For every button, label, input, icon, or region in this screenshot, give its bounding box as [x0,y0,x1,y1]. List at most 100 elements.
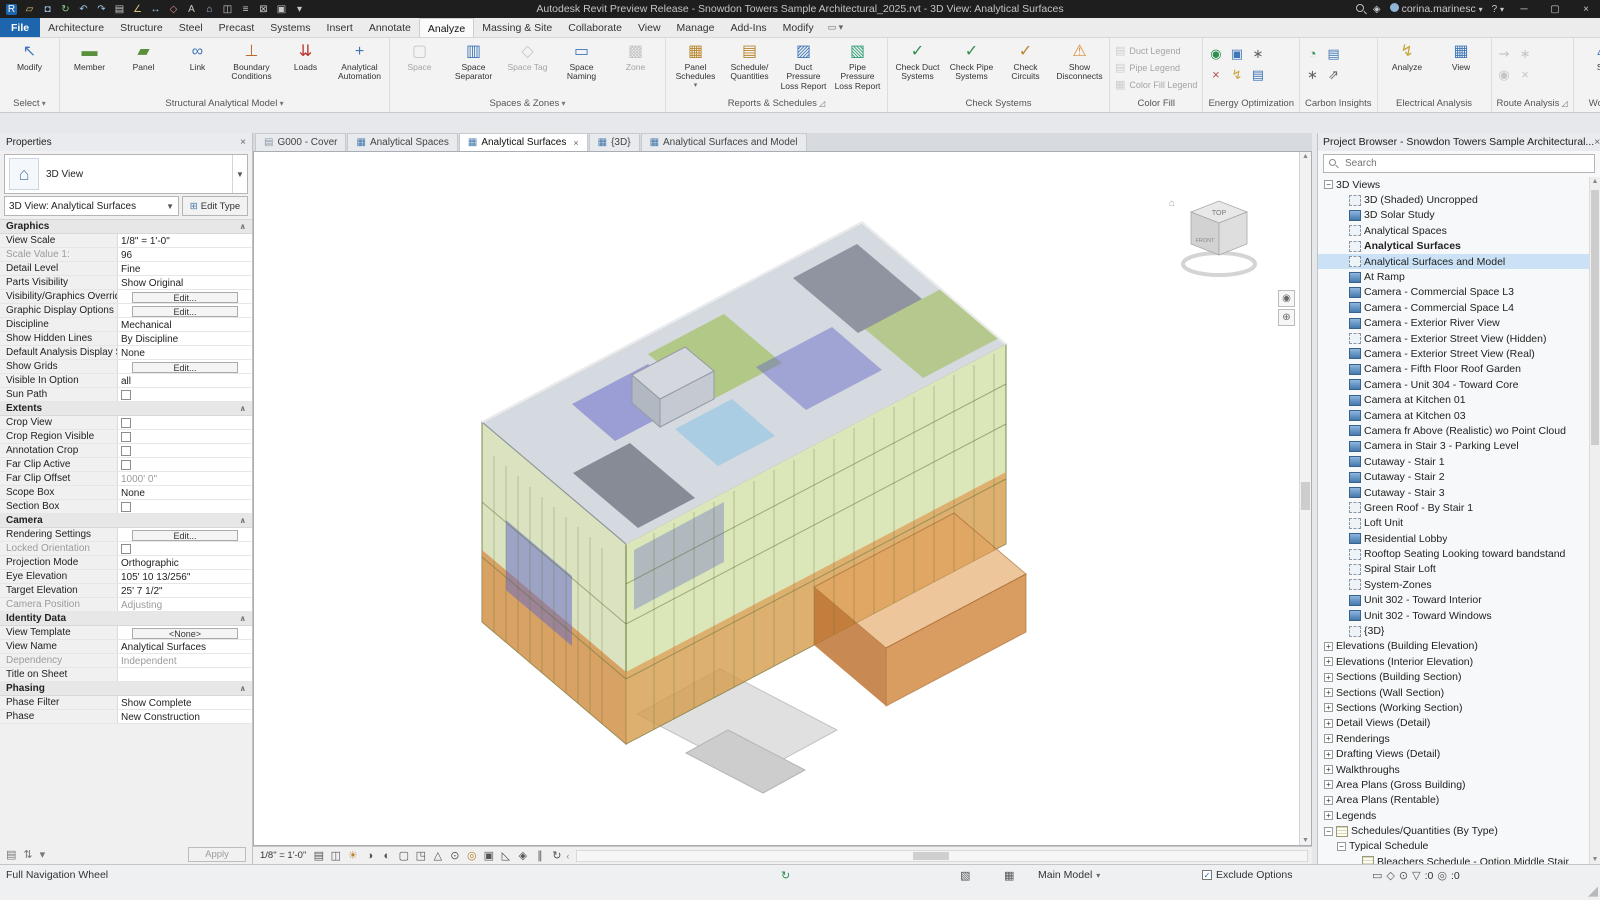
qat-sync-button[interactable]: ↻ [57,1,74,17]
visual-style-icon[interactable]: ◫ [328,849,343,863]
energy-settings-icon[interactable]: ∗ [1248,44,1267,63]
render-dialog-icon[interactable]: ◐ [379,849,394,863]
ribbon-tab-view[interactable]: View [630,18,669,37]
tree-item-3d[interactable]: {3D} [1318,623,1589,638]
ribbon-tab-steel[interactable]: Steel [171,18,211,37]
tree-item-sections-building-section[interactable]: +Sections (Building Section) [1318,670,1589,685]
qat-undo-button[interactable]: ↶ [75,1,92,17]
ribbon-tab-annotate[interactable]: Annotate [361,18,419,37]
property-edit-button[interactable]: Edit... [132,530,238,541]
scroll-down-icon[interactable]: ▼ [1300,837,1311,844]
scroll-down-icon[interactable]: ▼ [1590,856,1600,863]
qat-open-button[interactable]: ▱ [21,1,38,17]
view-scale-button[interactable]: 1/8" = 1'-0" [257,850,309,861]
property-value[interactable]: 1000' 0" [121,474,157,485]
ribbon-button-boundary-conditions[interactable]: ⊥Boundary Conditions [225,40,278,82]
browser-scrollbar[interactable]: ▲ ▼ [1589,177,1600,864]
scrollbar-thumb[interactable] [1301,482,1310,510]
viewport-horizontal-scrollbar[interactable] [576,850,1308,862]
qat-section-button[interactable]: ◫ [219,1,236,17]
ribbon-tab-structure[interactable]: Structure [112,18,171,37]
detail-level-icon[interactable]: ▤ [311,849,326,863]
property-edit-button[interactable]: Edit... [132,306,238,317]
view-tab-3d[interactable]: ▦{3D} [589,133,640,151]
scrollbar-thumb[interactable] [913,852,949,860]
ribbon-tab-architecture[interactable]: Architecture [40,18,112,37]
tree-item-detail-views-detail[interactable]: +Detail Views (Detail) [1318,716,1589,731]
properties-section-phasing[interactable]: Phasing∧ [0,682,252,696]
tree-item-system-zones[interactable]: System-Zones [1318,577,1589,592]
ribbon-button-analytical-automation[interactable]: +Analytical Automation [333,40,386,82]
viewcube[interactable]: ⌂ TOP FRONT [1163,192,1263,287]
property-checkbox[interactable] [121,418,131,428]
tree-item-area-plans-gross-building[interactable]: +Area Plans (Gross Building) [1318,777,1589,792]
shadows-icon[interactable]: ◑ [362,849,377,863]
energy-analyze-icon[interactable]: ↯ [1227,65,1246,84]
tree-item-renderings[interactable]: +Renderings [1318,731,1589,746]
type-selector-dropdown-icon[interactable]: ▼ [232,155,247,193]
reveal-hidden-elements-icon[interactable]: ◎ [464,849,479,863]
tree-item-camera-at-kitchen-01[interactable]: Camera at Kitchen 01 [1318,392,1589,407]
expand-icon[interactable]: + [1324,765,1333,774]
tree-item-camera-in-stair-3-parking-level[interactable]: Camera in Stair 3 - Parking Level [1318,439,1589,454]
scroll-up-icon[interactable]: ▲ [1590,178,1600,185]
drag-on-selection-icon[interactable]: ⊙ [1399,869,1408,882]
tree-item-cutaway-stair-2[interactable]: Cutaway - Stair 2 [1318,469,1589,484]
minimize-button[interactable]: ─ [1513,4,1535,15]
tree-item-camera-fifth-floor-roof-garden[interactable]: Camera - Fifth Floor Roof Garden [1318,362,1589,377]
expand-icon[interactable]: + [1324,811,1333,820]
tree-item-unit-302-toward-interior[interactable]: Unit 302 - Toward Interior [1318,593,1589,608]
qat-close-hidden-windows-button[interactable]: ⊠ [255,1,272,17]
ribbon-tab-manage[interactable]: Manage [669,18,723,37]
ribbon-button-loads[interactable]: ⇊Loads [279,40,332,72]
tree-item-camera-exterior-river-view[interactable]: Camera - Exterior River View [1318,316,1589,331]
expand-icon[interactable]: + [1324,642,1333,651]
filter-icon[interactable]: ▽ [1412,869,1420,882]
expand-icon[interactable]: + [1324,734,1333,743]
location-icon[interactable]: ◉ [1206,44,1225,63]
properties-section-identity-data[interactable]: Identity Data∧ [0,612,252,626]
select-links-icon[interactable]: ▭ [1372,869,1382,882]
worksharing-display-icon[interactable]: ↻ [549,849,564,863]
properties-section-camera[interactable]: Camera∧ [0,514,252,528]
property-edit-button[interactable]: <None> [132,628,238,639]
property-checkbox[interactable] [121,460,131,470]
properties-section-graphics[interactable]: Graphics∧ [0,220,252,234]
ribbon-display-toggle-icon[interactable]: ▭ ▾ [822,18,850,37]
carbon-settings-icon[interactable]: ∗ [1303,65,1322,84]
collapse-icon[interactable]: − [1324,827,1333,836]
property-value[interactable]: Adjusting [121,600,162,611]
qat-switch-windows-button[interactable]: ▣ [273,1,290,17]
ribbon-tab-collaborate[interactable]: Collaborate [560,18,630,37]
tree-item-legends[interactable]: +Legends [1318,808,1589,823]
tree-item-unit-302-toward-windows[interactable]: Unit 302 - Toward Windows [1318,608,1589,623]
tree-item-analytical-spaces[interactable]: Analytical Spaces [1318,223,1589,238]
ribbon-tab-modify[interactable]: Modify [775,18,822,37]
select-pinned-icon[interactable]: ◇ [1386,869,1394,882]
ribbon-button-check-circuits[interactable]: ✓Check Circuits [999,40,1052,82]
ribbon-button-check-duct-systems[interactable]: ✓Check Duct Systems [891,40,944,82]
tree-item-area-plans-rentable[interactable]: +Area Plans (Rentable) [1318,793,1589,808]
qat-save-button[interactable]: ◘ [39,1,56,17]
delete-energy-model-icon[interactable]: × [1206,65,1225,84]
browser-search-input[interactable] [1323,154,1595,173]
expand-icon[interactable]: + [1324,673,1333,682]
tree-item-camera-commercial-space-l4[interactable]: Camera - Commercial Space L4 [1318,300,1589,315]
tree-item-loft-unit[interactable]: Loft Unit [1318,516,1589,531]
tree-item-typical-schedule[interactable]: −Typical Schedule [1318,839,1589,854]
property-value[interactable]: Mechanical [121,320,172,331]
property-value[interactable]: 1/8" = 1'-0" [121,236,170,247]
ribbon-tab-precast[interactable]: Precast [211,18,263,37]
tree-item-cutaway-stair-1[interactable]: Cutaway - Stair 1 [1318,454,1589,469]
palette-icon[interactable]: ▤ [6,848,16,861]
ribbon-tab-add-ins[interactable]: Add-Ins [722,18,774,37]
tree-item-camera-exterior-street-view-real[interactable]: Camera - Exterior Street View (Real) [1318,346,1589,361]
ribbon-button-schedule-quantities[interactable]: ▤Schedule/ Quantities [723,40,776,82]
ribbon-button-check-pipe-systems[interactable]: ✓Check Pipe Systems [945,40,998,82]
qat-text-button[interactable]: A [183,1,200,17]
carbon-export-icon[interactable]: ⇗ [1324,65,1343,84]
collapse-icon[interactable]: − [1324,180,1333,189]
viewport-vertical-scrollbar[interactable]: ▲ ▼ [1299,152,1311,845]
view-tab-analytical-spaces[interactable]: ▦Analytical Spaces [347,133,457,151]
qat-print-button[interactable]: ▤ [111,1,128,17]
